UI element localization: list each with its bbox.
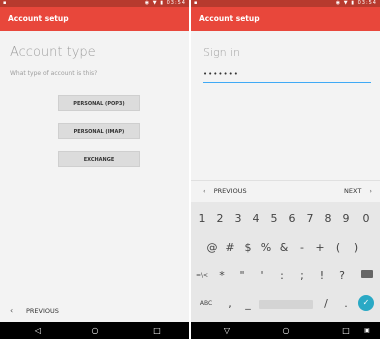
key[interactable]: 4 <box>247 206 265 232</box>
key[interactable]: 1 <box>193 206 211 232</box>
status-icons: ◉ ▼ ▮ 03:54 <box>145 0 186 7</box>
kb-next-button[interactable]: NEXT › <box>344 187 372 195</box>
key[interactable]: 2 <box>211 206 229 232</box>
status-time: 03:54 <box>357 0 377 6</box>
key[interactable]: - <box>293 235 311 261</box>
key[interactable]: 6 <box>283 206 301 232</box>
chevron-left-icon: ‹ <box>10 306 14 315</box>
kb-next-label: NEXT <box>344 187 362 195</box>
key[interactable]: / <box>317 291 335 317</box>
key[interactable]: 9 <box>337 206 355 232</box>
status-bar: ▪ ◉ ▼ ▮ 03:54 <box>191 0 380 7</box>
key[interactable]: 8 <box>319 206 337 232</box>
key[interactable]: @ <box>203 235 221 261</box>
notification-icon: ▪ <box>3 0 7 6</box>
keyboard-switch-icon[interactable]: ▣ <box>357 322 377 339</box>
personal-imap-button[interactable]: PERSONAL (IMAP) <box>58 123 140 139</box>
backspace-icon[interactable] <box>361 270 373 278</box>
key[interactable]: , <box>221 291 239 317</box>
key[interactable]: ? <box>333 263 351 289</box>
exchange-button[interactable]: EXCHANGE <box>58 151 140 167</box>
key[interactable]: ( <box>329 235 347 261</box>
key[interactable]: # <box>221 235 239 261</box>
app-bar: Account setup <box>0 7 189 31</box>
previous-label: PREVIOUS <box>26 307 59 315</box>
sign-in-screen: ▪ ◉ ▼ ▮ 03:54 Account setup Sign in ••••… <box>191 0 380 339</box>
recents-icon[interactable]: □ <box>336 322 356 339</box>
keyboard-row-symbols: @ # $ % & - + ( ) <box>191 235 380 261</box>
key[interactable]: 5 <box>265 206 283 232</box>
key[interactable]: " <box>233 263 251 289</box>
key[interactable]: 0 <box>357 206 375 232</box>
keyboard-row-numbers: 1 2 3 4 5 6 7 8 9 0 <box>191 206 380 232</box>
key[interactable]: 7 <box>301 206 319 232</box>
key[interactable]: * <box>213 263 231 289</box>
key-abc[interactable]: ABC <box>197 291 215 317</box>
app-bar-title: Account setup <box>199 14 260 23</box>
wifi-icon: ▼ <box>152 0 158 6</box>
chevron-left-icon: ‹ <box>203 187 206 195</box>
chevron-right-icon: › <box>369 187 372 195</box>
soft-keyboard: 1 2 3 4 5 6 7 8 9 0 @ # $ % & - + ( ) =\… <box>191 202 380 322</box>
key[interactable]: + <box>311 235 329 261</box>
keyboard-action-bar: ‹ PREVIOUS NEXT › <box>191 180 380 203</box>
navigation-bar: ◁ ○ □ <box>0 322 189 339</box>
signal-icon: ◉ <box>144 0 151 6</box>
key[interactable]: ' <box>253 263 271 289</box>
battery-icon: ▮ <box>160 0 164 6</box>
previous-button[interactable]: ‹ PREVIOUS <box>0 300 189 322</box>
home-icon[interactable]: ○ <box>276 322 296 339</box>
space-bar[interactable] <box>259 300 313 309</box>
recents-icon[interactable]: □ <box>147 322 167 339</box>
key[interactable]: ; <box>293 263 311 289</box>
personal-pop3-button[interactable]: PERSONAL (POP3) <box>58 95 140 111</box>
keyboard-row-punct: =\< * " ' : ; ! ? <box>191 263 380 289</box>
home-icon[interactable]: ○ <box>85 322 105 339</box>
key[interactable]: % <box>257 235 275 261</box>
key[interactable]: ! <box>313 263 331 289</box>
app-bar: Account setup <box>191 7 380 31</box>
wifi-icon: ▼ <box>343 0 349 6</box>
enter-check-icon[interactable]: ✓ <box>358 295 374 311</box>
key[interactable]: 3 <box>229 206 247 232</box>
status-icons: ◉ ▼ ▮ 03:54 <box>336 0 377 7</box>
app-bar-title: Account setup <box>8 14 69 23</box>
page-title: Sign in <box>203 46 241 59</box>
key-more-symbols[interactable]: =\< <box>193 263 211 289</box>
kb-previous-label: PREVIOUS <box>213 187 247 195</box>
key[interactable]: ) <box>347 235 365 261</box>
page-title: Account type <box>10 45 96 60</box>
battery-icon: ▮ <box>351 0 355 6</box>
key[interactable]: : <box>273 263 291 289</box>
notification-icon: ▪ <box>194 0 198 6</box>
kb-previous-button[interactable]: ‹ PREVIOUS <box>203 187 247 195</box>
status-time: 03:54 <box>166 0 186 6</box>
key[interactable]: $ <box>239 235 257 261</box>
account-type-screen: ▪ ◉ ▼ ▮ 03:54 Account setup Account type… <box>0 0 189 339</box>
password-field[interactable]: ••••••• <box>203 68 371 83</box>
back-down-icon[interactable]: ▽ <box>217 322 237 339</box>
key[interactable]: . <box>337 291 355 317</box>
status-bar: ▪ ◉ ▼ ▮ 03:54 <box>0 0 189 7</box>
page-subtitle: What type of account is this? <box>10 70 98 77</box>
key[interactable]: & <box>275 235 293 261</box>
signal-icon: ◉ <box>335 0 342 6</box>
navigation-bar: ▽ ○ □ ▣ <box>191 322 380 339</box>
key[interactable]: _ <box>239 291 257 317</box>
back-icon[interactable]: ◁ <box>28 322 48 339</box>
